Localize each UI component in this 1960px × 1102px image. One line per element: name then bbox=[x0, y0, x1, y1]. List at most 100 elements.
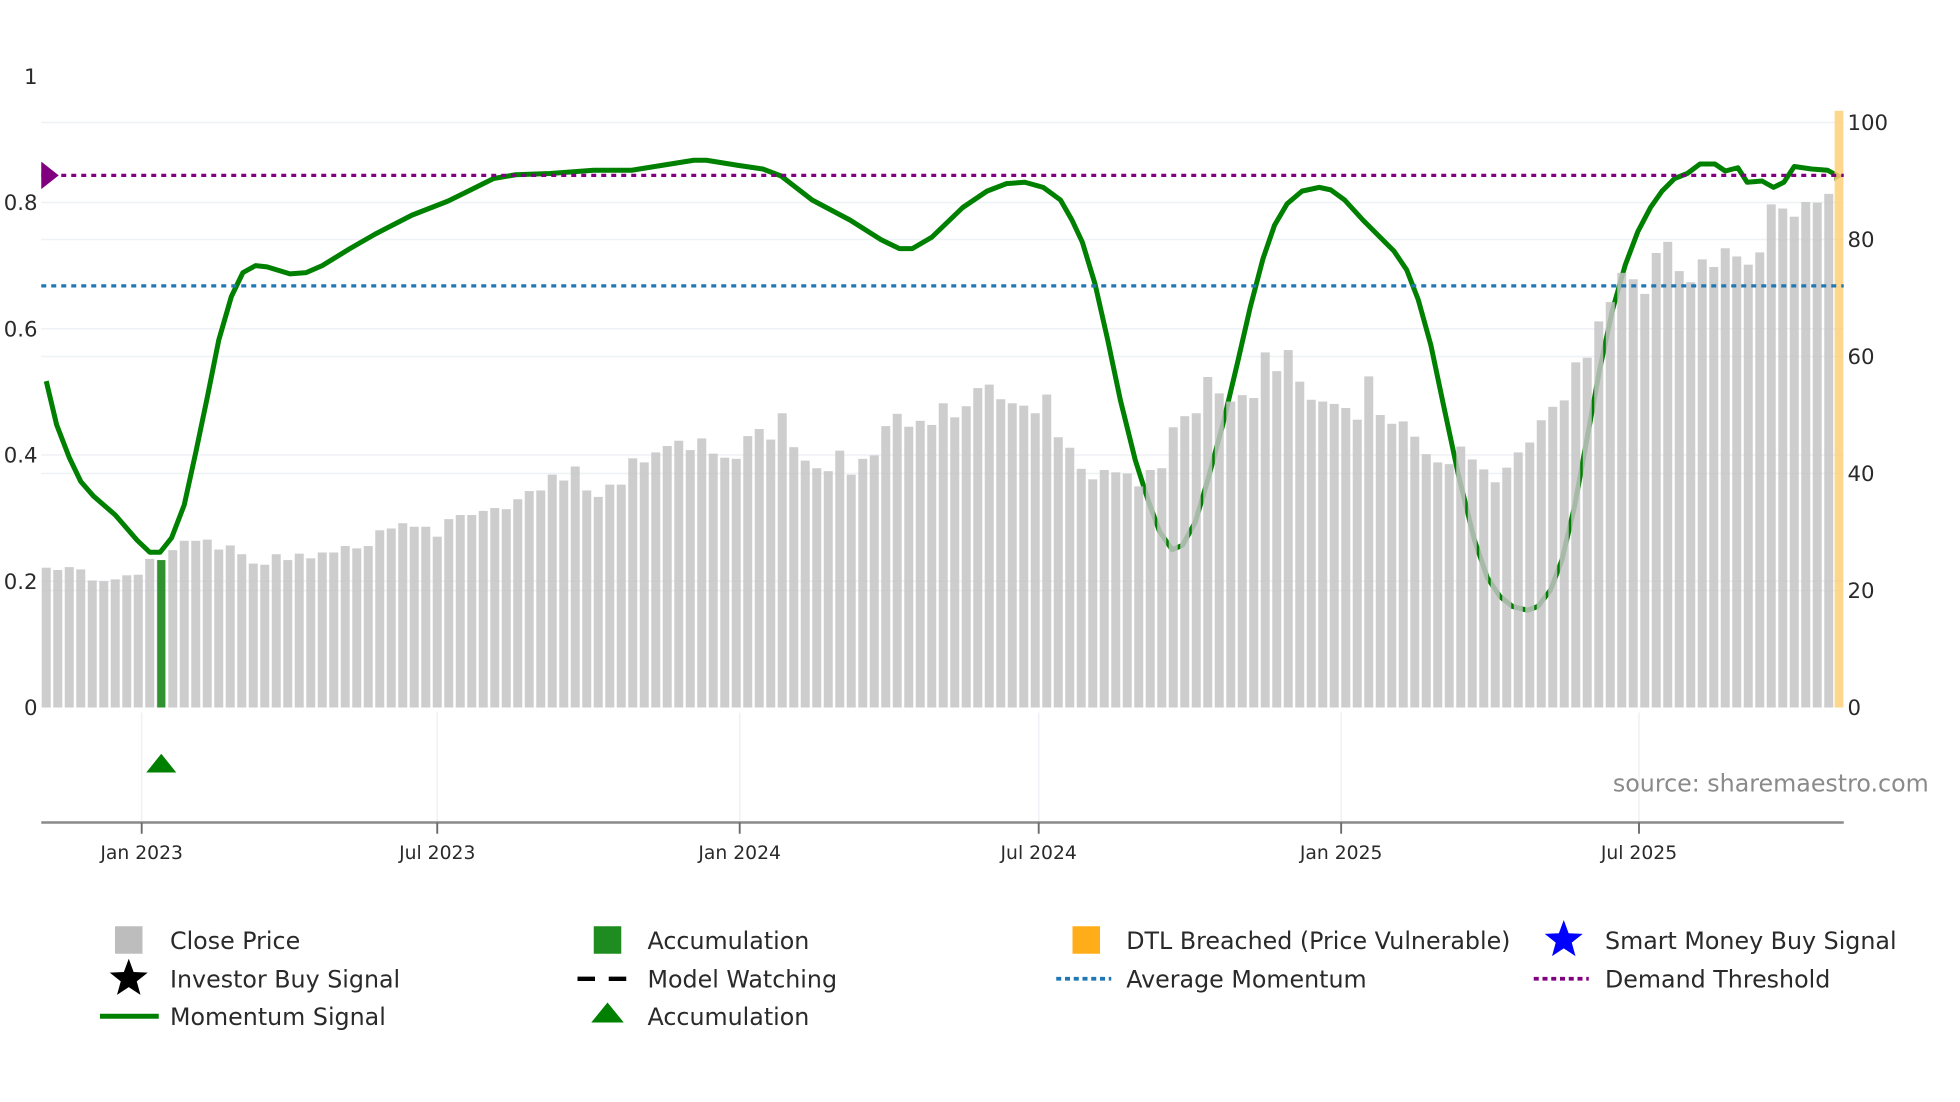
close-price-bar bbox=[133, 574, 143, 708]
close-price-bar bbox=[1030, 413, 1040, 708]
close-price-bar bbox=[547, 474, 557, 708]
left-axis-tick: 0.8 bbox=[4, 191, 38, 216]
close-price-bar bbox=[168, 550, 178, 708]
close-price-bar bbox=[973, 388, 983, 708]
close-price-bar bbox=[938, 403, 948, 708]
date-tick-label: Jan 2025 bbox=[1299, 843, 1383, 864]
close-price-bar bbox=[593, 496, 603, 708]
close-price-bar bbox=[1410, 436, 1420, 708]
close-price-bar bbox=[478, 510, 488, 708]
close-price-bar bbox=[639, 462, 649, 708]
close-price-bar bbox=[76, 569, 86, 708]
close-price-bar bbox=[570, 466, 580, 708]
close-price-bar bbox=[1456, 446, 1466, 708]
legend-label: Momentum Signal bbox=[170, 1003, 386, 1031]
close-price-bar bbox=[1099, 469, 1109, 708]
momentum-chart: 0 0.2 0.4 0.6 0.8 1 0 20 40 60 80 100 Jan 2023 Jul … bbox=[4, 65, 1929, 1031]
close-price-bar bbox=[881, 426, 891, 708]
legend-label: Investor Buy Signal bbox=[170, 966, 400, 994]
close-price-bar bbox=[1157, 468, 1167, 708]
close-price-bar bbox=[1226, 401, 1236, 708]
close-price-bar bbox=[145, 558, 155, 708]
close-price-bar bbox=[1720, 248, 1730, 708]
close-price-bar bbox=[1479, 469, 1489, 708]
close-price-bar bbox=[892, 413, 902, 708]
close-price-bar bbox=[409, 526, 419, 708]
close-price-bar bbox=[1214, 393, 1224, 708]
close-price-bar bbox=[64, 567, 74, 708]
close-price-bar bbox=[1571, 362, 1581, 708]
legend-label: Model Watching bbox=[648, 966, 838, 994]
right-axis-tick: 100 bbox=[1848, 111, 1889, 136]
close-price-bar bbox=[1042, 394, 1052, 708]
close-price-bar bbox=[1398, 421, 1408, 708]
close-price-bar bbox=[662, 446, 672, 708]
left-axis-tick: 1 bbox=[24, 65, 38, 90]
close-price-bar bbox=[674, 440, 684, 708]
left-axis: 0 0.2 0.4 0.6 0.8 1 bbox=[4, 65, 38, 721]
close-price-bar bbox=[800, 460, 810, 708]
close-price-bar bbox=[1755, 252, 1765, 708]
close-price-bar bbox=[340, 546, 350, 708]
close-price-bar bbox=[122, 575, 132, 708]
close-price-bar bbox=[823, 471, 833, 708]
close-price-bar bbox=[1180, 416, 1190, 708]
close-price-bar bbox=[904, 426, 914, 708]
close-price-bar bbox=[1444, 464, 1454, 708]
accumulation-triangle-icon bbox=[146, 753, 177, 773]
close-price-bar bbox=[191, 540, 201, 708]
close-price-bar bbox=[1824, 193, 1834, 708]
close-price-bar bbox=[490, 508, 500, 708]
close-price-bar bbox=[1548, 406, 1558, 708]
date-axis: Jan 2023 Jul 2023 Jan 2024 Jul 2024 Jan 2025… bbox=[41, 821, 1844, 864]
close-price-bar bbox=[237, 554, 247, 708]
signal-markers bbox=[146, 753, 177, 773]
close-price-bar bbox=[915, 420, 925, 708]
close-price-bar bbox=[1686, 282, 1696, 708]
close-price-bar bbox=[1697, 259, 1707, 708]
legend-label: Accumulation bbox=[648, 1003, 810, 1031]
close-price-bar bbox=[1019, 405, 1029, 708]
close-price-bar bbox=[1605, 302, 1615, 708]
left-axis-tick: 0 bbox=[24, 696, 38, 721]
close-price-bar bbox=[225, 545, 235, 708]
close-price-bar bbox=[1375, 415, 1385, 708]
close-price-bar bbox=[524, 491, 534, 708]
close-price-bar bbox=[961, 406, 971, 708]
close-price-bar bbox=[731, 458, 741, 708]
date-tick-label: Jan 2024 bbox=[697, 843, 781, 864]
close-price-bar bbox=[1651, 252, 1661, 708]
close-price-bar bbox=[708, 453, 718, 708]
close-price-bar bbox=[1283, 350, 1293, 708]
legend-close-price-square-icon bbox=[115, 926, 143, 954]
close-price-bar bbox=[1525, 442, 1535, 708]
legend-accumulation-square-icon bbox=[593, 926, 622, 954]
close-price-bar bbox=[1237, 395, 1247, 708]
close-price-bar bbox=[375, 530, 385, 708]
dtl-breached-bar bbox=[1834, 110, 1844, 708]
legend-label: Average Momentum bbox=[1126, 966, 1366, 994]
legend-accumulation-triangle-icon bbox=[591, 1002, 624, 1023]
close-price-bar bbox=[501, 509, 511, 708]
close-price-bar bbox=[1134, 486, 1144, 708]
close-price-bar bbox=[1318, 401, 1328, 708]
close-price-bar bbox=[720, 457, 730, 708]
legend: Close Price Accumulation DTL Breached (Pri… bbox=[100, 920, 1897, 1031]
date-tick-label: Jul 2024 bbox=[1000, 843, 1077, 864]
date-gridlines bbox=[140, 712, 1640, 823]
close-price-bar bbox=[432, 536, 442, 708]
close-price-bar bbox=[1559, 400, 1569, 708]
close-price-bar bbox=[87, 580, 97, 708]
close-price-bar bbox=[582, 490, 592, 708]
close-price-bar bbox=[1674, 271, 1684, 708]
close-price-bar bbox=[697, 438, 707, 708]
close-price-bar bbox=[869, 455, 879, 708]
demand-threshold-diamond-icon bbox=[41, 161, 59, 190]
close-price-bar bbox=[271, 554, 281, 708]
date-tick-label: Jul 2023 bbox=[398, 843, 475, 864]
date-tick-label: Jan 2023 bbox=[99, 843, 183, 864]
close-price-bar bbox=[1433, 462, 1443, 708]
right-axis-tick: 0 bbox=[1848, 696, 1862, 721]
right-axis: 0 20 40 60 80 100 bbox=[1848, 111, 1889, 721]
close-price-bar bbox=[99, 581, 109, 708]
